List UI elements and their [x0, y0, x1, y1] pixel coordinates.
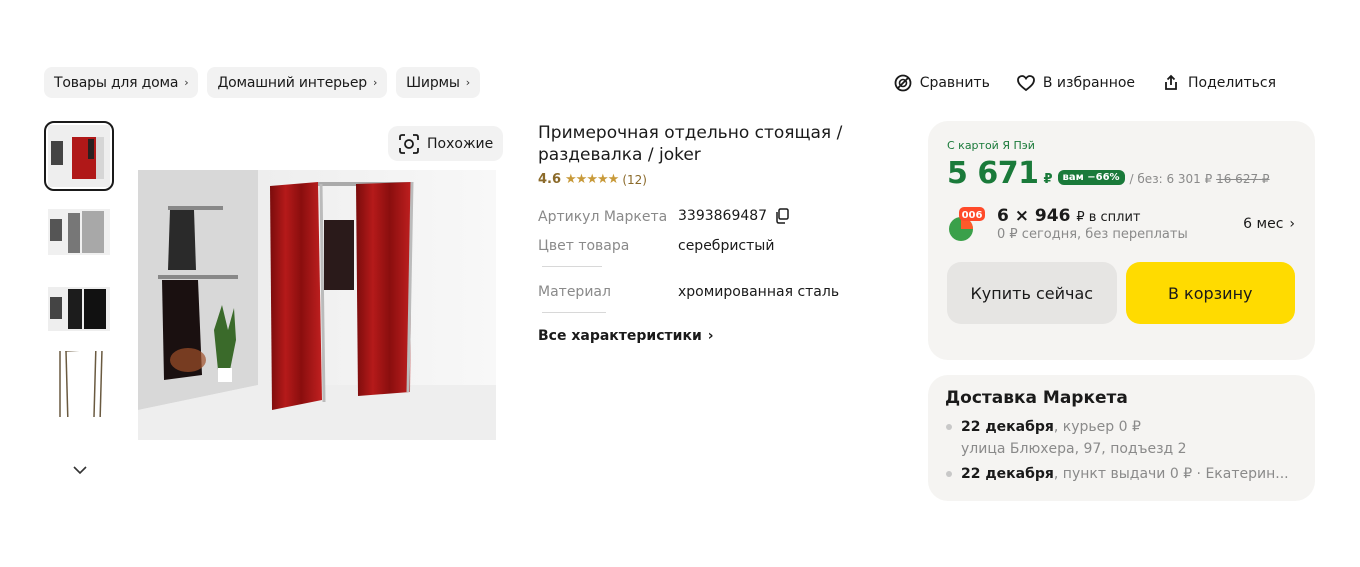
spec-key: Артикул Маркета — [538, 209, 668, 225]
copy-icon[interactable] — [775, 208, 789, 224]
split-amount: 6 × 946 ₽ в сплит — [997, 206, 1141, 226]
spec-value: серебристый — [678, 238, 775, 254]
similar-products-button[interactable]: Похожие — [388, 126, 504, 161]
spec-row-color: Цвет товара серебристый — [538, 236, 868, 276]
add-to-cart-button[interactable]: В корзину — [1125, 262, 1295, 324]
frame-thumbnail — [46, 351, 112, 417]
price-currency: ₽ — [1043, 172, 1053, 187]
svg-text:006: 006 — [962, 210, 983, 221]
price-without-card: / без: 6 301 ₽ 16 627 ₽ — [1129, 172, 1270, 186]
rating-score: 4.6 — [538, 172, 562, 187]
review-count: (12) — [622, 172, 647, 187]
chevron-right-icon: › — [707, 328, 714, 344]
fitting-room-thumbnail — [48, 125, 110, 187]
delivery-card: Доставка Маркета 22 декабря, курьер 0 ₽ … — [928, 375, 1315, 501]
star-icon: ★★★★★ — [565, 172, 619, 187]
product-info: Примерочная отдельно стоящая / раздевалк… — [538, 122, 868, 344]
scan-icon — [399, 133, 419, 154]
spec-key: Цвет товара — [538, 236, 678, 276]
favorite-button[interactable]: В избранное — [1016, 71, 1135, 95]
split-payment[interactable]: 006 6 × 946 ₽ в сплит 0 ₽ сегодня, без п… — [947, 205, 1295, 243]
breadcrumb-item-screens[interactable]: Ширмы › — [396, 67, 480, 98]
delivery-date: 22 декабря — [961, 466, 1054, 482]
main-product-image[interactable] — [138, 170, 496, 440]
spec-row-article: Артикул Маркета 3393869487 — [538, 206, 868, 228]
all-specs-link[interactable]: Все характеристики › — [538, 328, 868, 344]
split-info: 6 × 946 ₽ в сплит 0 ₽ сегодня, без переп… — [997, 206, 1243, 242]
card-price-label: С картой Я Пэй — [947, 139, 1035, 152]
split-months-select[interactable]: 6 мес › — [1243, 216, 1295, 232]
chevron-right-icon: › — [372, 76, 378, 89]
thumbnail-2[interactable] — [44, 197, 114, 267]
purchase-buttons: Купить сейчас В корзину — [947, 262, 1295, 324]
delivery-option-pickup[interactable]: 22 декабря, пункт выдачи 0 ₽ · Екатерин.… — [945, 463, 1299, 485]
discount-badge: вам −66% — [1057, 170, 1125, 185]
similar-label: Похожие — [427, 135, 494, 152]
rating[interactable]: 4.6 ★★★★★ (12) — [538, 172, 868, 187]
buy-now-button[interactable]: Купить сейчас — [947, 262, 1117, 324]
spec-key: Материал — [538, 282, 678, 322]
thumbnail-3[interactable] — [44, 273, 114, 343]
share-label: Поделиться — [1188, 75, 1276, 91]
spec-list: Артикул Маркета 3393869487 Цвет товара с… — [538, 206, 868, 322]
chevron-right-icon: › — [184, 76, 189, 89]
delivery-title: Доставка Маркета — [945, 388, 1128, 408]
all-specs-label: Все характеристики — [538, 328, 702, 344]
split-months-label: 6 мес — [1243, 216, 1284, 232]
chevron-right-icon: › — [465, 76, 470, 89]
share-icon — [1165, 74, 1177, 90]
product-title: Примерочная отдельно стоящая / раздевалк… — [538, 123, 843, 165]
split-note: 0 ₽ сегодня, без переплаты — [997, 227, 1188, 242]
breadcrumb: Товары для дома › Домашний интерьер › Ши… — [44, 67, 480, 98]
heart-icon — [1016, 75, 1035, 92]
bullet-icon — [946, 471, 952, 477]
price-row: 5 671 ₽ вам −66% / без: 6 301 ₽ 16 627 ₽ — [947, 156, 1295, 191]
delivery-date: 22 декабря — [961, 419, 1054, 435]
breadcrumb-item-home-goods[interactable]: Товары для дома › — [44, 67, 199, 98]
breadcrumb-label: Ширмы — [406, 74, 460, 91]
compare-icon — [894, 74, 912, 92]
compare-label: Сравнить — [919, 75, 990, 91]
price-old: 16 627 ₽ — [1216, 172, 1270, 186]
black-screen-thumbnail — [46, 275, 112, 341]
delivery-option-courier[interactable]: 22 декабря, курьер 0 ₽ улица Блюхера, 97… — [945, 416, 1299, 460]
share-button[interactable]: Поделиться — [1161, 71, 1276, 95]
spec-value: хромированная сталь — [678, 284, 840, 300]
price-current: 5 671 — [947, 156, 1039, 191]
breadcrumb-label: Товары для дома — [54, 74, 179, 91]
price-card: С картой Я Пэй 5 671 ₽ вам −66% / без: 6… — [928, 121, 1315, 360]
compare-button[interactable]: Сравнить — [893, 71, 990, 95]
delivery-address: улица Блюхера, 97, подъезд 2 — [961, 441, 1187, 457]
spec-value: 3393869487 — [678, 206, 789, 228]
gray-screen-thumbnail — [46, 199, 112, 265]
spec-row-material: Материал хромированная сталь — [538, 282, 868, 322]
favorite-label: В избранное — [1042, 75, 1136, 91]
fitting-room-photo — [138, 170, 496, 440]
thumbnail-list — [44, 121, 116, 425]
chevron-down-icon[interactable] — [72, 463, 88, 479]
thumbnail-4[interactable] — [44, 349, 114, 419]
thumbnail-1[interactable] — [44, 121, 114, 191]
breadcrumb-item-interior[interactable]: Домашний интерьер › — [207, 67, 388, 98]
chevron-right-icon: › — [1289, 216, 1295, 232]
delivery-text: , курьер 0 ₽ — [1053, 419, 1141, 435]
bullet-icon — [946, 424, 952, 430]
delivery-text: , пункт выдачи 0 ₽ · Екатерин... — [1053, 466, 1289, 482]
breadcrumb-label: Домашний интерьер — [217, 74, 367, 91]
product-actions: Сравнить В избранное Поделиться — [893, 71, 1276, 95]
split-icon: 006 — [947, 205, 985, 243]
